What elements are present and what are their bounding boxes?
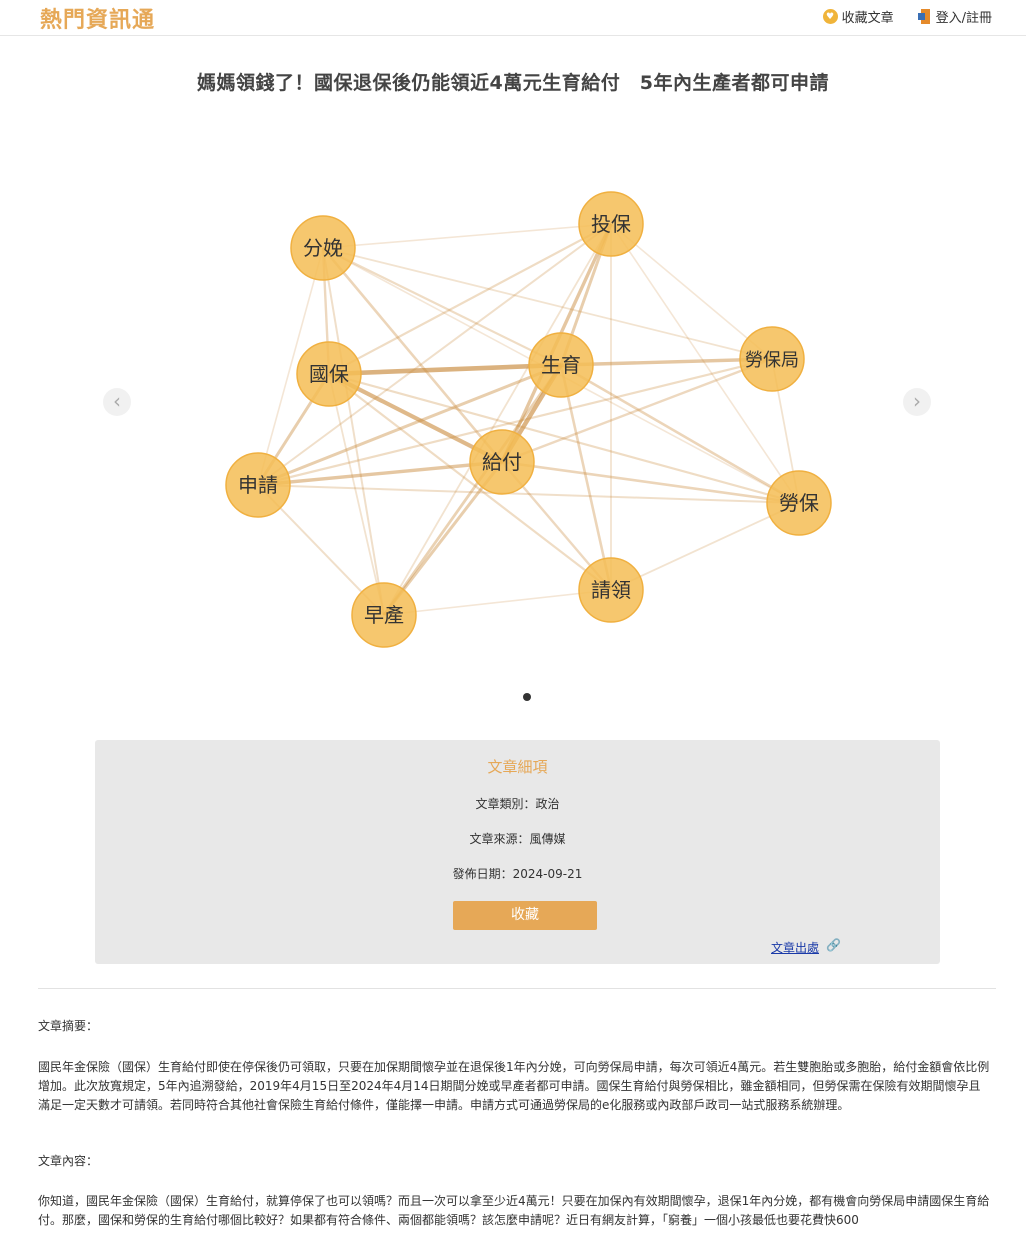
graph-node-生育[interactable]: 生育	[528, 332, 594, 398]
graph-node-label: 申請	[238, 473, 278, 497]
graph-node-勞保[interactable]: 勞保	[766, 470, 832, 536]
graph-node-國保[interactable]: 國保	[296, 341, 362, 407]
graph-edge-勞保-給付	[501, 460, 800, 505]
details-heading: 文章細項	[487, 758, 548, 776]
content-text: 你知道，國民年金保險（國保）生育給付，就算停保了也可以領嗎？而且一次可以拿至少近…	[38, 1194, 990, 1227]
graph-node-分娩[interactable]: 分娩	[290, 215, 356, 281]
graph-node-勞保局[interactable]: 勞保局	[739, 326, 805, 392]
login-label: 登入/註冊	[935, 11, 992, 26]
login-door-icon	[917, 9, 932, 24]
graph-node-給付[interactable]: 給付	[469, 429, 535, 495]
graph-node-早產[interactable]: 早產	[351, 582, 417, 648]
content-label: 文章內容：	[38, 1154, 99, 1168]
site-logo[interactable]: 熱門資訊通	[40, 2, 155, 34]
source-value: 風傳媒	[529, 832, 566, 846]
graph-edge-分娩-生育	[322, 247, 562, 366]
graph-node-label: 分娩	[303, 236, 343, 260]
graph-node-label: 國保	[309, 362, 349, 386]
favorites-label: 收藏文章	[841, 11, 894, 26]
chevron-right-icon: ›	[913, 389, 921, 413]
keyword-graph-carousel: 投保分娩勞保局國保 生育給付申請勞保請領早產 ‹ ›	[0, 110, 1026, 710]
top-actions: ♥ 收藏文章 登入/註冊	[822, 7, 992, 26]
graph-edge-分娩-早產	[322, 247, 385, 616]
link-icon: 🔗	[826, 938, 841, 952]
graph-edge-分娩-投保	[322, 223, 612, 249]
carousel-indicator-dot[interactable]	[523, 693, 531, 701]
summary-label: 文章摘要：	[38, 1019, 99, 1033]
carousel-next-button[interactable]: ›	[903, 388, 931, 416]
login-link[interactable]: 登入/註冊	[917, 7, 992, 26]
carousel-prev-button[interactable]: ‹	[103, 388, 131, 416]
graph-edge-早產-請領	[383, 589, 612, 616]
source-row: 文章來源：風傳媒	[95, 830, 940, 847]
save-button[interactable]: 收藏	[453, 901, 597, 930]
keyword-graph: 投保分娩勞保局國保 生育給付申請勞保請領早產	[225, 191, 832, 648]
category-label: 文章類別：	[475, 797, 536, 811]
graph-node-label: 給付	[482, 450, 522, 474]
date-row: 發佈日期：2024-09-21	[95, 865, 940, 882]
summary-text: 國民年金保險（國保）生育給付即使在停保後仍可領取，只要在加保期間懷孕並在退保後1…	[38, 1060, 990, 1112]
article-origin-link[interactable]: 文章出處	[771, 939, 819, 956]
graph-node-label: 投保	[591, 212, 631, 236]
graph-edge-申請-勞保	[257, 484, 800, 504]
favorites-link[interactable]: ♥ 收藏文章	[822, 7, 894, 26]
graph-node-label: 請領	[591, 578, 631, 602]
date-value: 2024-09-21	[512, 867, 583, 881]
graph-node-label: 生育	[541, 353, 581, 377]
category-row: 文章類別：政治	[95, 795, 940, 812]
top-bar: 熱門資訊通 ♥ 收藏文章 登入/註冊	[0, 0, 1026, 36]
category-value: 政治	[535, 797, 560, 811]
source-label: 文章來源：	[469, 832, 530, 846]
date-label: 發佈日期：	[452, 867, 513, 881]
graph-node-請領[interactable]: 請領	[578, 557, 644, 623]
graph-node-投保[interactable]: 投保	[578, 191, 644, 257]
heart-icon: ♥	[822, 9, 838, 24]
article-details-panel: 文章細項 文章類別：政治 文章來源：風傳媒 發佈日期：2024-09-21 收藏…	[95, 740, 940, 964]
chevron-left-icon: ‹	[113, 389, 121, 413]
graph-node-label: 勞保	[779, 491, 819, 515]
graph-node-label: 勞保局	[745, 350, 799, 371]
graph-node-申請[interactable]: 申請	[225, 452, 291, 518]
graph-node-label: 早產	[364, 603, 404, 627]
article-title: 媽媽領錢了！國保退保後仍能領近4萬元生育給付 5年內生產者都可申請	[197, 72, 829, 94]
section-divider	[38, 988, 996, 989]
